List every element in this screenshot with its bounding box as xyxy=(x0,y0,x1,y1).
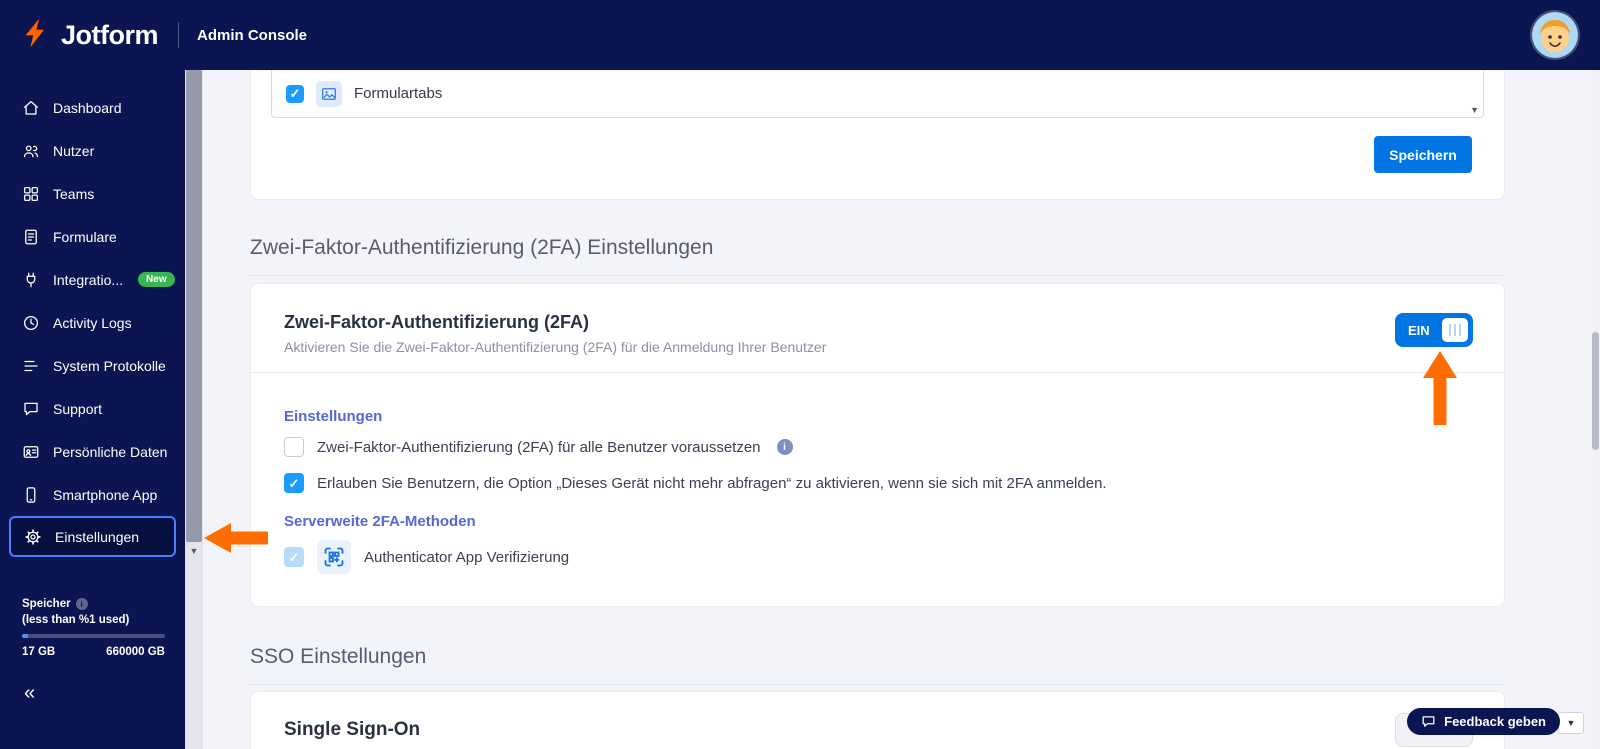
twofa-card-subtitle: Aktivieren Sie die Zwei-Faktor-Authentif… xyxy=(284,339,827,355)
sidebar-item-smartphone-app[interactable]: Smartphone App xyxy=(0,473,185,516)
sidebar-item-system-protokolle[interactable]: System Protokolle xyxy=(0,344,185,387)
sidebar-item-dashboard[interactable]: Dashboard xyxy=(0,86,185,129)
annotation-arrow-up xyxy=(1423,351,1457,430)
sidebar-nav: Dashboard Nutzer Teams Formulare Integra… xyxy=(0,70,185,557)
storage-progress-bar xyxy=(22,634,165,638)
home-icon xyxy=(23,100,39,115)
sidebar-item-label: Support xyxy=(53,400,103,417)
formulartabs-checkbox[interactable] xyxy=(286,84,304,103)
twofa-toggle-label: EIN xyxy=(1408,322,1430,338)
settings-group-label: Einstellungen xyxy=(284,408,383,425)
storage-progress-fill xyxy=(22,634,28,638)
user-avatar[interactable] xyxy=(1532,12,1578,58)
sidebar-item-support[interactable]: Support xyxy=(0,387,185,430)
sidebar-item-persoenliche-daten[interactable]: Persönliche Daten xyxy=(0,430,185,473)
form-tabs-card: Formulartabs ▼ Speichern xyxy=(250,70,1505,200)
sidebar-item-activity-logs[interactable]: Activity Logs xyxy=(0,301,185,344)
feedback-bubble-icon xyxy=(1422,716,1435,727)
authenticator-label: Authenticator App Verifizierung xyxy=(364,548,570,566)
remember-device-label: Erlauben Sie Benutzern, die Option „Dies… xyxy=(317,474,1107,492)
twofa-card-title: Zwei-Faktor-Authentifizierung (2FA) xyxy=(284,312,589,332)
avatar-image xyxy=(1532,12,1578,58)
sso-card-title: Single Sign-On xyxy=(284,719,421,740)
sidebar-item-label: System Protokolle xyxy=(53,357,166,374)
require-2fa-row: Zwei-Faktor-Authentifizierung (2FA) für … xyxy=(284,437,793,457)
page-title: Admin Console xyxy=(197,26,308,44)
main-content: Formulartabs ▼ Speichern Zwei-Faktor-Aut… xyxy=(203,70,1600,749)
sso-section-heading: SSO Einstellungen xyxy=(250,645,1505,685)
jotform-bolt-icon xyxy=(20,17,52,54)
authenticator-checkbox xyxy=(284,547,304,567)
page-scrollbar xyxy=(1591,70,1600,749)
card-divider xyxy=(251,372,1504,373)
twofa-card: Zwei-Faktor-Authentifizierung (2FA) Akti… xyxy=(250,283,1505,607)
sidebar-scrollbar-thumb[interactable] xyxy=(186,70,202,542)
document-icon xyxy=(25,229,37,244)
feedback-button[interactable]: Feedback geben xyxy=(1407,708,1560,735)
sidebar-item-nutzer[interactable]: Nutzer xyxy=(0,129,185,172)
sidebar-item-integrations[interactable]: Integratio... New xyxy=(0,258,185,301)
sidebar-item-label: Smartphone App xyxy=(53,486,158,503)
sidebar-item-label: Persönliche Daten xyxy=(53,443,168,460)
page-scrollbar-thumb[interactable] xyxy=(1592,332,1599,450)
formulartabs-label: Formulartabs xyxy=(354,85,443,102)
storage-used: 17 GB xyxy=(22,646,56,658)
authenticator-method-row: Authenticator App Verifizierung xyxy=(284,540,569,574)
brand-name: Jotform xyxy=(61,19,159,50)
methods-group-label: Serverweite 2FA-Methoden xyxy=(284,513,476,530)
sidebar-item-label: Formulare xyxy=(53,228,117,245)
sidebar-item-label: Einstellungen xyxy=(55,528,140,545)
top-bar: Jotform Admin Console xyxy=(0,0,1600,70)
require-2fa-label: Zwei-Faktor-Authentifizierung (2FA) für … xyxy=(317,438,761,456)
id-card-icon xyxy=(23,445,39,458)
twofa-section-heading: Zwei-Faktor-Authentifizierung (2FA) Eins… xyxy=(250,236,1505,276)
storage-info-icon[interactable]: i xyxy=(75,598,88,610)
sidebar-scrollbar: ▼ xyxy=(185,70,203,749)
grid-icon xyxy=(23,186,39,201)
storage-usage-note: (less than %1 used) xyxy=(22,614,130,626)
jotform-logo[interactable]: Jotform xyxy=(0,17,159,54)
storage-total: 660000 GB xyxy=(106,646,165,658)
sidebar-item-label: Nutzer xyxy=(53,142,95,159)
save-button[interactable]: Speichern xyxy=(1374,136,1472,173)
info-icon[interactable]: i xyxy=(776,439,793,455)
storage-label: Speicher xyxy=(22,598,71,610)
sidebar: Dashboard Nutzer Teams Formulare Integra… xyxy=(0,70,185,749)
listbox-scroll-down-icon[interactable]: ▼ xyxy=(1470,105,1479,115)
remember-device-row: Erlauben Sie Benutzern, die Option „Dies… xyxy=(284,473,1107,493)
twofa-toggle-knob xyxy=(1442,318,1468,342)
require-2fa-checkbox[interactable] xyxy=(284,437,304,457)
admin-console-page: Jotform Admin Console Dashboard Nutzer T… xyxy=(0,0,1600,749)
sidebar-item-label: Integratio... xyxy=(53,271,124,288)
smartphone-icon xyxy=(26,486,36,503)
twofa-toggle[interactable]: EIN xyxy=(1395,313,1473,347)
sidebar-scroll-down-arrow[interactable]: ▼ xyxy=(185,543,203,559)
annotation-arrow-left xyxy=(204,523,268,558)
feedback-label: Feedback geben xyxy=(1444,714,1546,729)
gear-icon xyxy=(25,528,41,545)
new-badge: New xyxy=(138,272,175,287)
sidebar-collapse-button[interactable]: « xyxy=(24,682,35,705)
image-icon xyxy=(316,80,342,107)
sidebar-item-formulare[interactable]: Formulare xyxy=(0,215,185,258)
plug-icon xyxy=(26,272,36,287)
storage-section: Speicher i (less than %1 used) 17 GB 660… xyxy=(22,598,165,658)
sidebar-item-teams[interactable]: Teams xyxy=(0,172,185,215)
sidebar-item-einstellungen[interactable]: Einstellungen xyxy=(9,516,176,557)
qr-scan-icon xyxy=(317,540,351,574)
list-icon xyxy=(24,360,38,371)
form-tabs-listbox[interactable]: Formulartabs ▼ xyxy=(271,70,1484,118)
chat-icon xyxy=(24,402,38,415)
corner-dropdown-arrow[interactable]: ▼ xyxy=(1558,712,1584,734)
remember-device-checkbox[interactable] xyxy=(284,473,304,493)
users-icon xyxy=(23,144,39,157)
sidebar-item-label: Dashboard xyxy=(53,99,122,116)
sso-card: Single Sign-On xyxy=(250,691,1505,749)
clock-icon xyxy=(23,315,39,330)
sidebar-item-label: Teams xyxy=(53,185,95,202)
sidebar-item-label: Activity Logs xyxy=(53,314,132,331)
topbar-divider xyxy=(178,22,179,48)
